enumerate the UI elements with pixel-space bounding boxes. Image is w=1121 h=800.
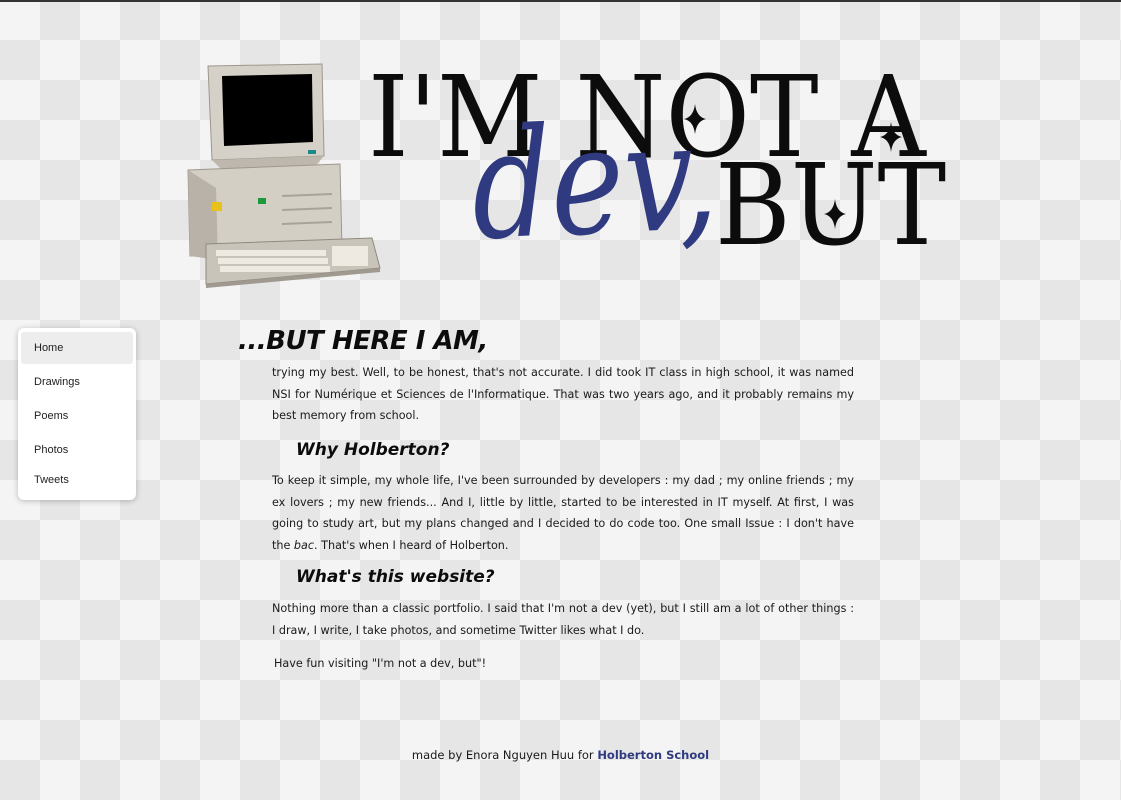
website-paragraph: Nothing more than a classic portfolio. I…	[272, 602, 854, 637]
holberton-school-link[interactable]: Holberton School	[597, 748, 709, 762]
nav-item-poems[interactable]: Poems	[21, 400, 133, 432]
sparkle-icon	[684, 104, 706, 134]
nav-item-drawings[interactable]: Drawings	[21, 366, 133, 398]
retro-computer-illustration	[187, 63, 381, 288]
intro-paragraph: trying my best. Well, to be honest, that…	[272, 366, 854, 422]
closing-line: Have fun visiting "I'm not a dev, but"!	[274, 657, 487, 670]
footer: made by Enora Nguyen Huu for Holberton S…	[0, 748, 1121, 762]
paragraph-text: . That's when I heard of Holberton.	[314, 538, 509, 552]
hero-title-dev: dev,	[469, 89, 721, 274]
section-title-why-holberton: Why Holberton?	[296, 440, 450, 460]
footer-credit: made by Enora Nguyen Huu for	[411, 748, 598, 762]
sparkle-icon	[880, 122, 902, 152]
why-holberton-paragraph: To keep it simple, my whole life, I've b…	[272, 470, 854, 556]
nav-item-photos[interactable]: Photos	[21, 434, 133, 466]
sidebar-nav: Home Drawings Poems Photos Tweets	[18, 328, 136, 500]
nav-item-home[interactable]: Home	[21, 332, 133, 364]
nav-item-tweets[interactable]: Tweets	[21, 466, 133, 494]
bac-emphasis: bac	[293, 538, 315, 552]
top-border	[0, 0, 1121, 2]
sparkle-icon	[824, 199, 846, 229]
section-title-website: What's this website?	[296, 567, 495, 587]
main-heading: ...BUT HERE I AM,	[238, 326, 488, 356]
